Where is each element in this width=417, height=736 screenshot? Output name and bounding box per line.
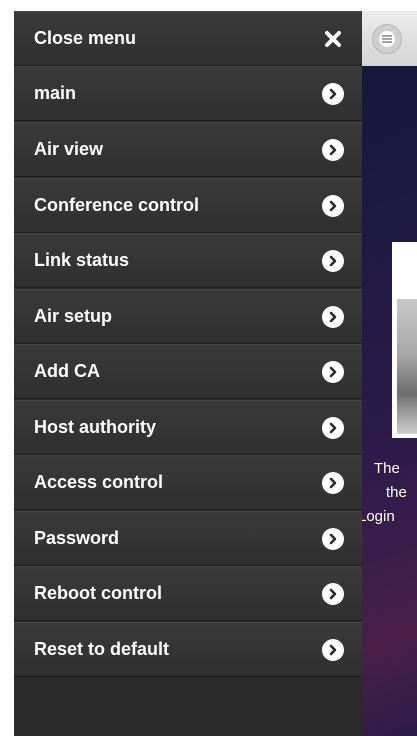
- chevron-right-icon: [322, 194, 344, 217]
- menu-item-label: Password: [34, 528, 120, 548]
- side-menu: Close menu main Air view Conference cont…: [14, 11, 362, 736]
- top-bar: [362, 11, 417, 67]
- menu-item-main[interactable]: main: [14, 66, 362, 121]
- chevron-right-icon: [322, 249, 344, 272]
- chevron-right-icon: [322, 138, 344, 161]
- hero-image: [397, 299, 417, 434]
- menu-item-access-control[interactable]: Access control: [14, 455, 362, 510]
- menu-item-air-setup[interactable]: Air setup: [14, 289, 362, 344]
- chevron-right-icon: [322, 416, 344, 439]
- menu-item-reboot-control[interactable]: Reboot control: [14, 566, 362, 621]
- chevron-right-icon: [322, 305, 344, 328]
- chevron-right-icon: [322, 82, 344, 105]
- chevron-right-icon: [322, 360, 344, 383]
- menu-item-label: Access control: [34, 472, 164, 492]
- menu-item-label: Host authority: [34, 417, 157, 437]
- close-menu-label: Close menu: [34, 28, 137, 48]
- menu-item-label: Air setup: [34, 306, 113, 326]
- background-text-line1: The: [374, 460, 400, 477]
- chevron-right-icon: [322, 638, 344, 661]
- menu-item-link-status[interactable]: Link status: [14, 233, 362, 288]
- menu-item-conference-control[interactable]: Conference control: [14, 178, 362, 233]
- hero-image-frame: [392, 242, 417, 438]
- menu-item-label: Conference control: [34, 195, 200, 215]
- menu-item-reset-to-default[interactable]: Reset to default: [14, 622, 362, 677]
- background-content: The the Login: [362, 66, 417, 736]
- menu-item-label: Add CA: [34, 361, 100, 381]
- menu-item-label: Link status: [34, 250, 130, 270]
- menu-item-password[interactable]: Password: [14, 511, 362, 566]
- background-text-line2: the: [386, 484, 407, 501]
- menu-item-host-authority[interactable]: Host authority: [14, 400, 362, 455]
- menu-icon: [379, 31, 395, 47]
- menu-empty-area: [14, 677, 362, 736]
- menu-item-label: Reboot control: [34, 583, 162, 603]
- background-text-line3: Login: [362, 508, 395, 525]
- close-icon: [322, 28, 344, 50]
- menu-item-air-view[interactable]: Air view: [14, 122, 362, 177]
- menu-item-add-ca[interactable]: Add CA: [14, 344, 362, 399]
- menu-item-label: main: [34, 83, 77, 103]
- menu-toggle-button[interactable]: [372, 24, 402, 54]
- chevron-right-icon: [322, 471, 344, 494]
- chevron-right-icon: [322, 527, 344, 550]
- menu-item-label: Reset to default: [34, 639, 170, 659]
- app-screen: The the Login Close menu main Air view C…: [0, 0, 417, 736]
- close-menu-button[interactable]: Close menu: [14, 11, 362, 66]
- menu-item-label: Air view: [34, 139, 104, 159]
- chevron-right-icon: [322, 582, 344, 605]
